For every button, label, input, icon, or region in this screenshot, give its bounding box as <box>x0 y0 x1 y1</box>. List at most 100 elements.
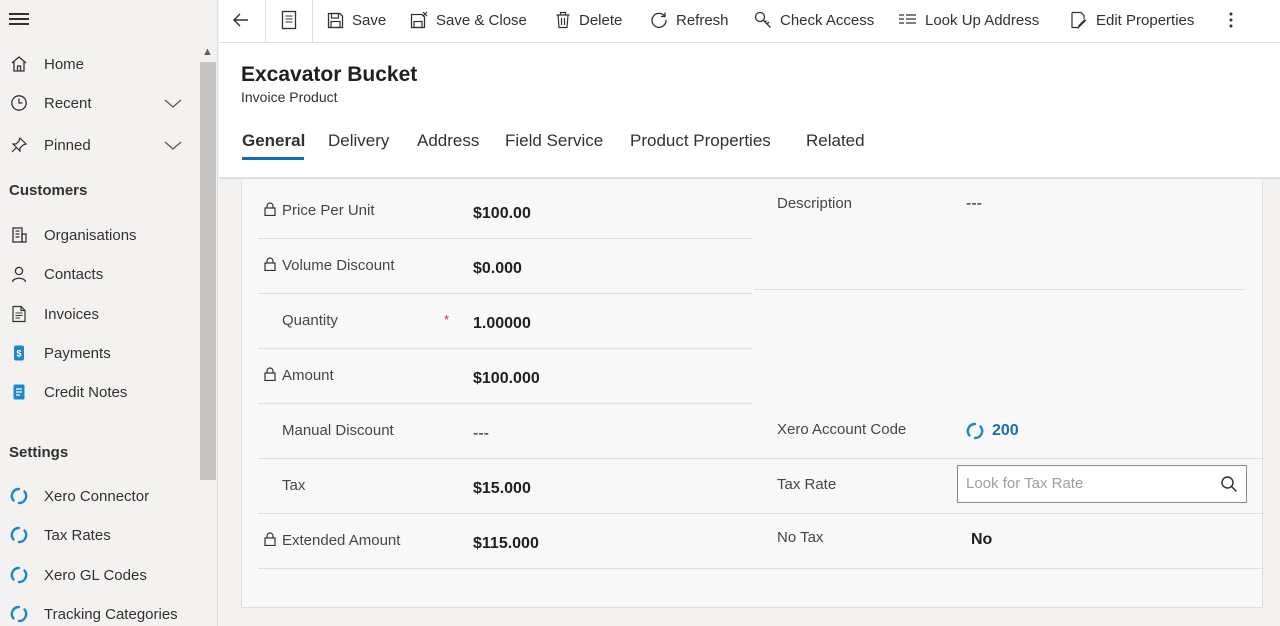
sidebar-item-home[interactable]: Home <box>0 46 198 82</box>
field-volume-discount: Volume Discount $0.000 <box>258 239 752 294</box>
address-icon <box>899 14 916 24</box>
save-button[interactable]: Save <box>327 0 386 40</box>
field-value[interactable]: $0.000 <box>473 260 522 278</box>
payment-icon: $ <box>9 343 29 363</box>
hamburger-menu-icon[interactable] <box>9 10 29 28</box>
person-icon <box>9 264 29 284</box>
more-vertical-icon <box>1229 12 1233 28</box>
tax-rate-label: Tax Rate <box>777 476 837 493</box>
lock-icon <box>264 257 276 272</box>
tab-address[interactable]: Address <box>417 131 479 151</box>
more-commands-button[interactable] <box>1228 0 1242 40</box>
lock-icon <box>264 202 276 217</box>
search-icon[interactable] <box>1220 475 1238 498</box>
sidebar-scrollbar[interactable]: ▲ <box>199 44 217 626</box>
tab-general[interactable]: General <box>242 131 305 151</box>
scroll-up-icon[interactable]: ▲ <box>202 46 213 58</box>
save-icon <box>327 12 344 28</box>
sidebar-item-tax-rates[interactable]: Tax Rates <box>0 517 198 553</box>
sidebar-item-label: Xero GL Codes <box>44 566 147 584</box>
chevron-down-icon[interactable] <box>163 135 183 155</box>
field-label: Tax <box>282 477 306 494</box>
section-title-settings: Settings <box>9 444 69 461</box>
look-up-address-button[interactable]: Look Up Address <box>898 0 1039 40</box>
refresh-icon <box>651 12 667 28</box>
divider <box>312 0 313 42</box>
required-indicator: * <box>444 312 450 327</box>
delete-button[interactable]: Delete <box>555 0 622 40</box>
sidebar-item-credit-notes[interactable]: Credit Notes <box>0 374 198 410</box>
field-amount: Amount $100.000 <box>258 349 752 404</box>
back-button[interactable] <box>231 0 259 40</box>
sidebar-item-xero-connector[interactable]: Xero Connector <box>0 478 198 514</box>
field-label: Volume Discount <box>282 257 395 274</box>
building-icon <box>9 225 29 245</box>
xero-account-code-label: Xero Account Code <box>777 421 907 438</box>
sidebar-item-label: Tracking Categories <box>44 605 178 623</box>
xero-account-code-text[interactable]: 200 <box>992 422 1019 440</box>
pin-icon <box>9 135 29 155</box>
tax-rate-lookup[interactable] <box>957 465 1247 503</box>
sidebar-item-xero-gl-codes[interactable]: Xero GL Codes <box>0 557 198 593</box>
document-icon <box>9 304 29 324</box>
sidebar-item-label: Pinned <box>44 136 91 154</box>
sidebar-item-label: Payments <box>44 344 111 362</box>
tab-product-properties[interactable]: Product Properties <box>630 131 771 151</box>
sidebar-item-organisations[interactable]: Organisations <box>0 217 198 253</box>
edit-properties-button[interactable]: Edit Properties <box>1070 0 1194 40</box>
field-label: Manual Discount <box>282 422 394 439</box>
sidebar-item-label: Contacts <box>44 265 104 283</box>
field-quantity: Quantity * 1.00000 <box>258 294 752 349</box>
section-title-customers: Customers <box>9 182 88 199</box>
tab-related[interactable]: Related <box>806 131 865 151</box>
field-value[interactable]: 1.00000 <box>473 315 531 333</box>
edit-properties-button-label: Edit Properties <box>1096 11 1195 29</box>
check-access-button[interactable]: Check Access <box>754 0 874 40</box>
svg-text:$: $ <box>16 349 21 359</box>
no-tax-value[interactable]: No <box>971 531 992 549</box>
description-label: Description <box>777 195 853 212</box>
form-view-button[interactable] <box>281 0 305 40</box>
field-value[interactable]: $100.00 <box>473 205 531 223</box>
field-value[interactable]: $15.000 <box>473 480 531 498</box>
tab-delivery[interactable]: Delivery <box>328 131 389 151</box>
sidebar-item-tracking-categories[interactable]: Tracking Categories <box>0 596 198 626</box>
sidebar-item-contacts[interactable]: Contacts <box>0 256 198 292</box>
field-value[interactable]: --- <box>473 425 489 443</box>
sidebar-item-label: Recent <box>44 94 92 112</box>
xero-icon <box>9 486 29 506</box>
scrollbar-thumb[interactable] <box>200 62 216 480</box>
form-section: Price Per Unit $100.00 Volume Discount $… <box>241 180 1264 608</box>
key-icon <box>754 11 771 28</box>
tab-field-service[interactable]: Field Service <box>505 131 603 151</box>
field-price-per-unit: Price Per Unit $100.00 <box>258 184 752 239</box>
sidebar-item-pinned[interactable]: Pinned <box>0 127 198 163</box>
clock-icon <box>9 93 29 113</box>
form-icon <box>281 10 297 30</box>
field-value[interactable]: $100.000 <box>473 370 540 388</box>
sidebar-item-invoices[interactable]: Invoices <box>0 296 198 332</box>
tax-rate-input[interactable] <box>966 475 1206 492</box>
active-tab-indicator <box>242 157 304 160</box>
xero-account-code-value[interactable]: 200 <box>966 422 1019 440</box>
field-label: Price Per Unit <box>282 202 375 219</box>
chevron-down-icon[interactable] <box>163 93 183 113</box>
check-access-button-label: Check Access <box>780 11 875 29</box>
field-label: Quantity <box>282 312 338 329</box>
save-button-label: Save <box>352 11 387 29</box>
trash-icon <box>556 11 570 29</box>
divider <box>754 289 1245 290</box>
refresh-button[interactable]: Refresh <box>650 0 729 40</box>
no-tax-label: No Tax <box>777 529 824 546</box>
lock-icon <box>264 367 276 382</box>
xero-icon <box>9 604 29 624</box>
sidebar-item-recent[interactable]: Recent <box>0 85 198 121</box>
description-value[interactable]: --- <box>966 195 982 213</box>
edit-icon <box>1071 11 1087 29</box>
sidebar: Home Recent Pinned Customers Organisatio… <box>0 0 218 626</box>
sidebar-item-label: Tax Rates <box>44 526 111 544</box>
field-value[interactable]: $115.000 <box>473 535 539 553</box>
sidebar-item-payments[interactable]: $ Payments <box>0 335 198 371</box>
save-close-button-label: Save & Close <box>436 11 527 29</box>
save-and-close-button[interactable]: Save & Close <box>410 0 527 40</box>
